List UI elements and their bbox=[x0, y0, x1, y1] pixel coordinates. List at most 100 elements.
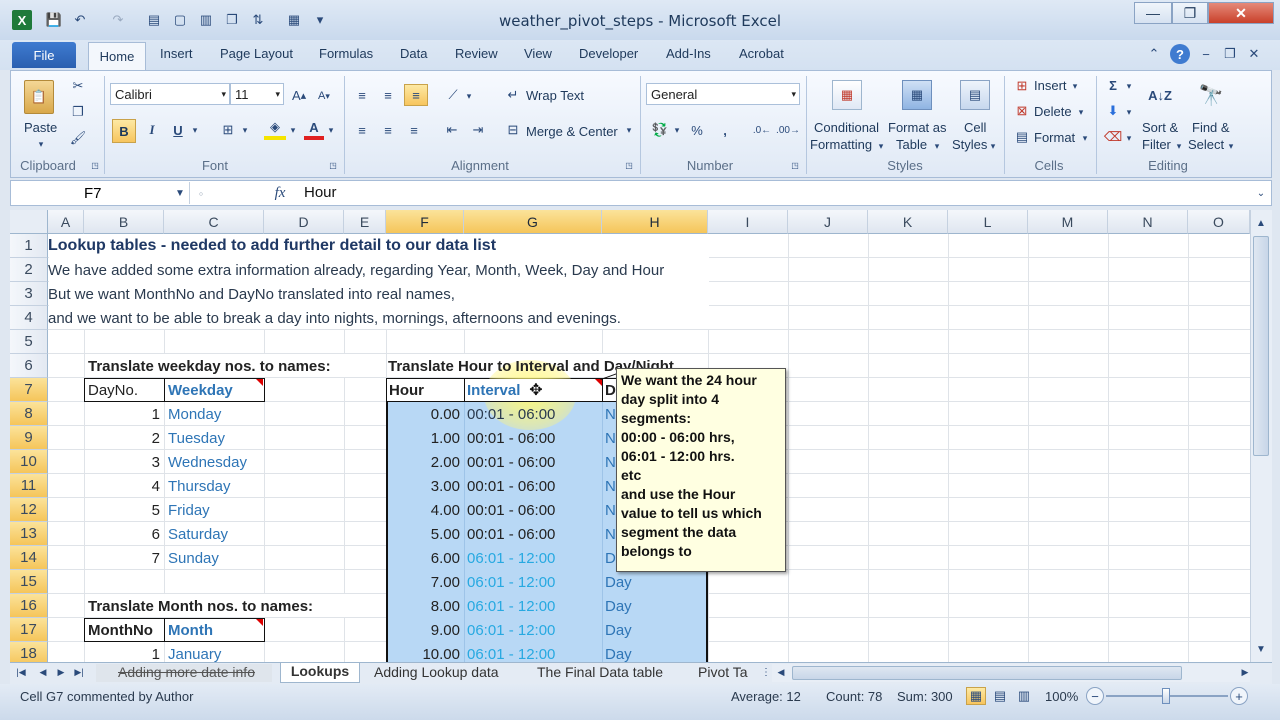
day-night-cell[interactable]: N bbox=[605, 450, 616, 474]
formula-input[interactable]: Hour bbox=[304, 184, 337, 201]
increase-decimal-icon[interactable]: .0← bbox=[752, 121, 772, 139]
insert-function-button[interactable]: fx bbox=[268, 183, 292, 203]
find-select-label-1[interactable]: Find & bbox=[1192, 120, 1230, 135]
hour-cell[interactable]: 2.00 bbox=[386, 450, 464, 474]
sheet-tab-final-data-table[interactable]: The Final Data table bbox=[537, 664, 663, 680]
align-left-icon[interactable]: ≡ bbox=[352, 121, 372, 139]
dayno-cell[interactable]: 4 bbox=[84, 474, 164, 498]
increase-indent-icon[interactable]: ⇥ bbox=[468, 121, 488, 139]
wrap-text-icon[interactable]: ↵ bbox=[504, 86, 522, 104]
day-night-header[interactable]: D bbox=[605, 378, 616, 402]
find-select-label-2[interactable]: Select bbox=[1188, 137, 1224, 152]
hour-cell[interactable]: 10.00 bbox=[386, 642, 464, 663]
tab-review[interactable]: Review bbox=[455, 46, 498, 61]
column-header-j[interactable]: J bbox=[788, 210, 868, 234]
chevron-down-icon[interactable]: ▾ bbox=[288, 124, 298, 136]
shrink-font-icon[interactable]: A ▾ bbox=[316, 88, 332, 104]
close-button[interactable]: ✕ bbox=[1208, 2, 1274, 24]
form-icon[interactable]: ▦ bbox=[284, 10, 304, 30]
cell-styles-label-1[interactable]: Cell bbox=[964, 120, 986, 135]
weekday-header[interactable]: Weekday bbox=[168, 378, 233, 402]
tab-page-layout[interactable]: Page Layout bbox=[220, 46, 293, 61]
copy-icon[interactable]: ❐ bbox=[222, 10, 242, 30]
first-sheet-icon[interactable]: |◀ bbox=[14, 665, 28, 679]
conditional-formatting-label-1[interactable]: Conditional bbox=[814, 120, 879, 135]
dayno-cell[interactable]: 7 bbox=[84, 546, 164, 570]
row-header-9[interactable]: 9 bbox=[10, 426, 48, 450]
interval-header[interactable]: Interval bbox=[467, 378, 520, 402]
row-header-5[interactable]: 5 bbox=[10, 330, 48, 354]
tab-developer[interactable]: Developer bbox=[579, 46, 638, 61]
percent-button[interactable]: % bbox=[688, 121, 706, 139]
format-painter-icon[interactable]: 🖌 bbox=[70, 130, 87, 146]
sheet-heading[interactable]: Lookup tables - needed to add further de… bbox=[48, 234, 496, 258]
scroll-down-icon[interactable]: ▼ bbox=[1252, 640, 1270, 658]
expand-formula-bar-icon[interactable]: ⌄ bbox=[1254, 184, 1268, 202]
prev-sheet-icon[interactable]: ◀ bbox=[36, 665, 50, 679]
tab-split-handle[interactable]: ⋮ bbox=[761, 665, 771, 679]
zoom-level[interactable]: 100% bbox=[1045, 689, 1078, 704]
interval-cell[interactable]: 06:01 - 12:00 bbox=[467, 642, 555, 663]
interval-cell[interactable]: 06:01 - 12:00 bbox=[467, 570, 555, 594]
column-header-b[interactable]: B bbox=[84, 210, 164, 234]
chevron-down-icon[interactable]: ▾ bbox=[1124, 106, 1134, 118]
day-night-cell[interactable]: N bbox=[605, 498, 616, 522]
day-night-cell[interactable]: Day bbox=[605, 570, 632, 594]
italic-button[interactable]: I bbox=[142, 120, 162, 140]
interval-cell[interactable]: 00:01 - 06:00 bbox=[467, 474, 555, 498]
grow-font-icon[interactable]: A ▴ bbox=[290, 86, 308, 104]
chevron-down-icon[interactable]: ▾ bbox=[275, 89, 280, 100]
format-as-table-icon[interactable]: ▦ bbox=[902, 80, 932, 110]
maximize-button[interactable]: ❐ bbox=[1172, 2, 1208, 24]
print-preview-icon[interactable]: ▤ bbox=[144, 10, 164, 30]
formula-bar-resize-handle[interactable]: ◦ bbox=[194, 183, 208, 203]
interval-cell[interactable]: 06:01 - 12:00 bbox=[467, 546, 555, 570]
sheet-intro-line-3[interactable]: But we want MonthNo and DayNo translated… bbox=[48, 282, 455, 306]
decrease-decimal-icon[interactable]: .00→ bbox=[776, 121, 800, 139]
workbook-restore-icon[interactable]: ❐ bbox=[1222, 46, 1238, 62]
normal-view-icon[interactable]: ▦ bbox=[966, 687, 986, 705]
hour-cell[interactable]: 7.00 bbox=[386, 570, 464, 594]
dayno-cell[interactable]: 5 bbox=[84, 498, 164, 522]
paste-icon[interactable]: 📋 bbox=[24, 80, 54, 114]
align-right-icon[interactable]: ≡ bbox=[404, 121, 424, 139]
cut-icon[interactable]: ✂ bbox=[70, 78, 86, 94]
row-header-16[interactable]: 16 bbox=[10, 594, 48, 618]
row-header-10[interactable]: 10 bbox=[10, 450, 48, 474]
tab-add-ins[interactable]: Add-Ins bbox=[666, 46, 711, 61]
weekday-cell[interactable]: Thursday bbox=[168, 474, 231, 498]
interval-cell[interactable]: 00:01 - 06:00 bbox=[467, 522, 555, 546]
row-header-14[interactable]: 14 bbox=[10, 546, 48, 570]
sheet-tab-adding-lookup-data[interactable]: Adding Lookup data bbox=[374, 664, 499, 680]
row-header-3[interactable]: 3 bbox=[10, 282, 48, 306]
underline-dropdown-icon[interactable]: ▾ bbox=[190, 124, 200, 136]
copy-icon-ribbon[interactable]: ❐ bbox=[70, 104, 86, 120]
sheet-tab-adding-more-date-info[interactable]: Adding more date info bbox=[96, 664, 272, 682]
column-header-e[interactable]: E bbox=[344, 210, 386, 234]
delete-cells-button[interactable]: Delete bbox=[1034, 104, 1072, 119]
page-layout-view-icon[interactable]: ▤ bbox=[990, 687, 1010, 705]
insert-cells-button[interactable]: Insert bbox=[1034, 78, 1067, 93]
row-header-15[interactable]: 15 bbox=[10, 570, 48, 594]
align-middle-icon[interactable]: ≡ bbox=[378, 86, 398, 104]
row-header-7[interactable]: 7 bbox=[10, 378, 48, 402]
chevron-down-icon[interactable]: ▾ bbox=[326, 124, 336, 136]
weekday-cell[interactable]: Sunday bbox=[168, 546, 219, 570]
align-bottom-icon[interactable]: ≡ bbox=[404, 84, 428, 106]
tab-insert[interactable]: Insert bbox=[160, 46, 193, 61]
day-night-cell[interactable]: D bbox=[605, 546, 616, 570]
sort-filter-icon[interactable]: A↓Z bbox=[1146, 80, 1174, 110]
row-header-12[interactable]: 12 bbox=[10, 498, 48, 522]
chevron-down-icon[interactable]: ▾ bbox=[1076, 106, 1086, 118]
borders-icon[interactable]: ⊞ bbox=[218, 120, 238, 140]
interval-cell[interactable]: 00:01 - 06:00 bbox=[467, 402, 555, 426]
number-format-box[interactable]: General ▾ bbox=[646, 83, 800, 105]
undo-icon[interactable]: ↶ bbox=[70, 10, 90, 30]
row-header-6[interactable]: 6 bbox=[10, 354, 48, 378]
select-all-corner[interactable] bbox=[10, 210, 48, 234]
row-header-17[interactable]: 17 bbox=[10, 618, 48, 642]
chevron-down-icon[interactable]: ▾ bbox=[672, 124, 682, 136]
font-color-icon[interactable]: A bbox=[304, 118, 324, 140]
conditional-formatting-icon[interactable]: ▦ bbox=[832, 80, 862, 110]
chevron-down-icon[interactable]: ▾ bbox=[221, 89, 226, 100]
